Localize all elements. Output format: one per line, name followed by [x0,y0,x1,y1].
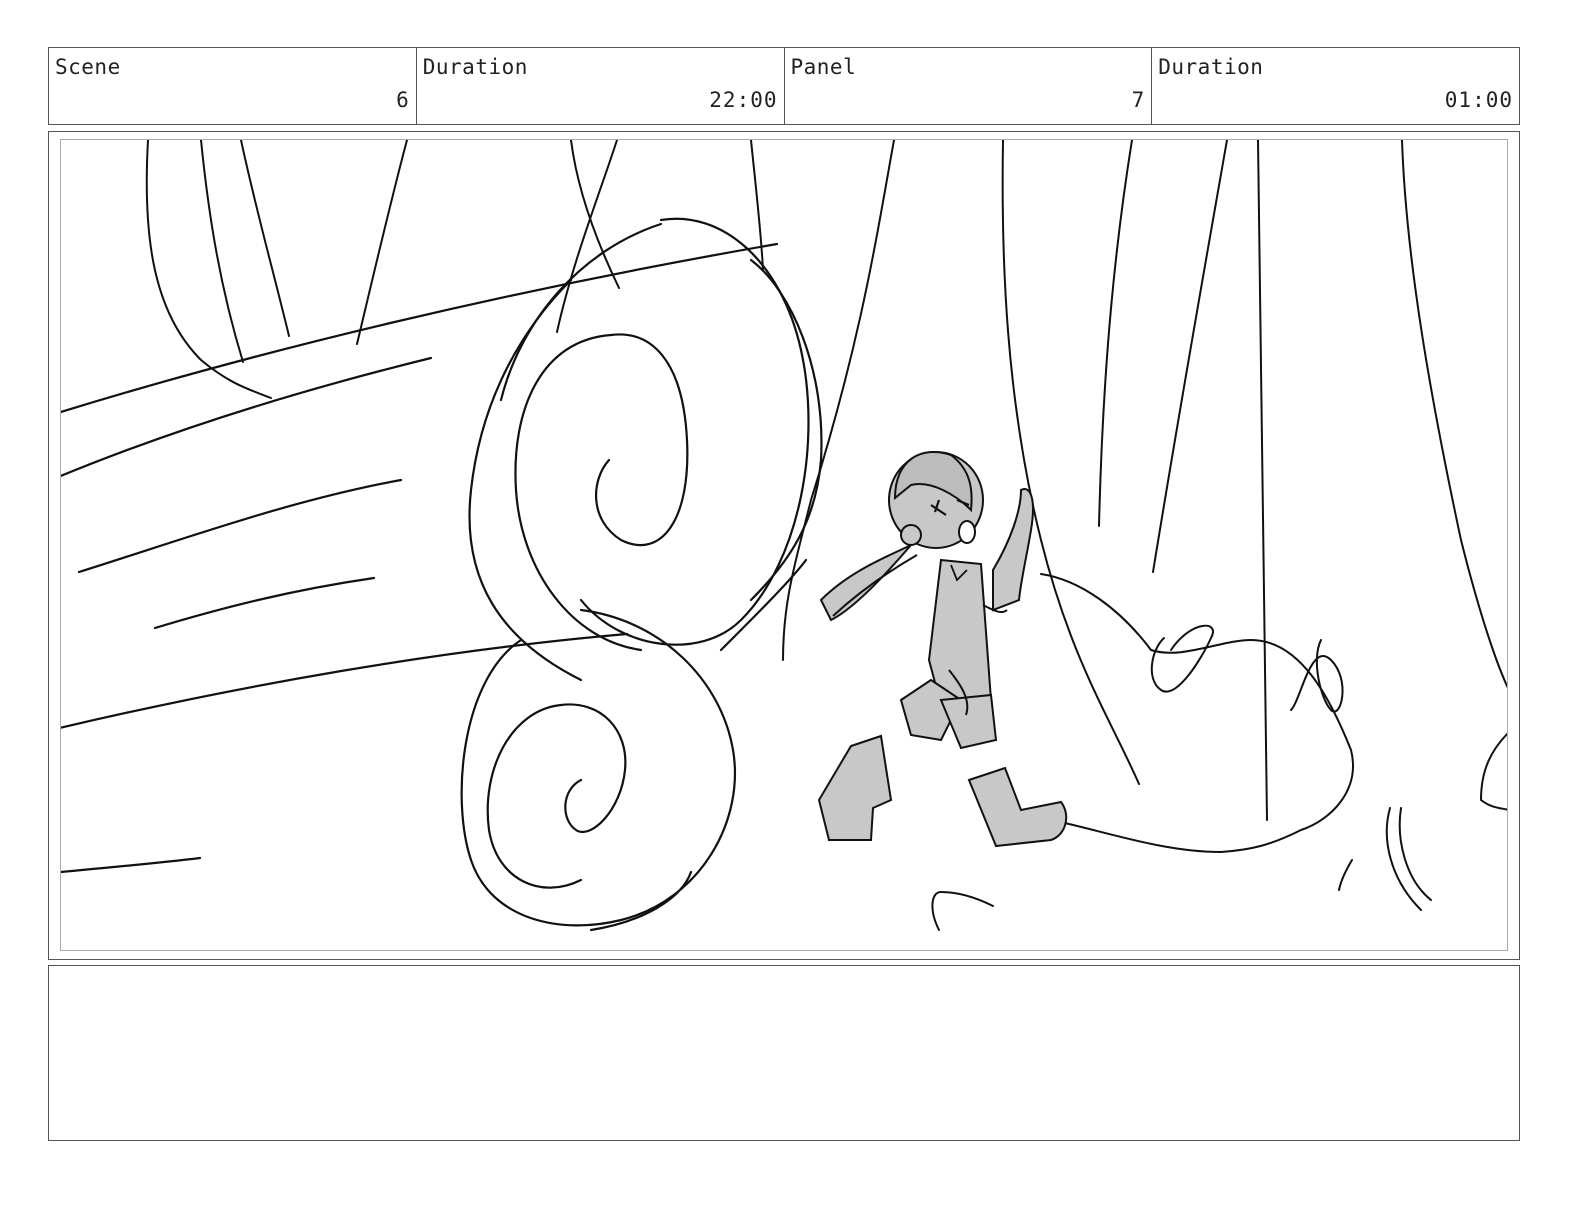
scene-number: 6 [396,88,410,112]
panel-duration-value: 01:00 [1444,88,1513,112]
panel-duration-label: Duration [1158,55,1264,79]
scene-duration-label: Duration [422,55,528,79]
background-tree-trunks [145,140,1507,821]
panel-cell: Panel 7 [785,48,1153,124]
fallen-log [61,242,779,874]
storyboard-header: Scene 6 Duration 22:00 Panel 7 Duration … [48,47,1520,125]
panel-number: 7 [1131,88,1146,112]
storyboard-panel-frame [48,131,1520,960]
scene-cell: Scene 6 [49,48,417,124]
panel-label: Panel [790,55,857,79]
scene-label: Scene [55,55,121,79]
panel-notes-box[interactable] [48,965,1520,1141]
ground-path [931,573,1507,931]
panel-duration-cell: Duration 01:00 [1152,48,1519,124]
panel-sketch [61,140,1507,932]
log-end-swirls [460,217,823,932]
scene-duration-value: 22:00 [709,88,778,112]
storyboard-drawing-area [60,139,1508,951]
character-sketch [817,450,1068,848]
scene-duration-cell: Duration 22:00 [417,48,785,124]
